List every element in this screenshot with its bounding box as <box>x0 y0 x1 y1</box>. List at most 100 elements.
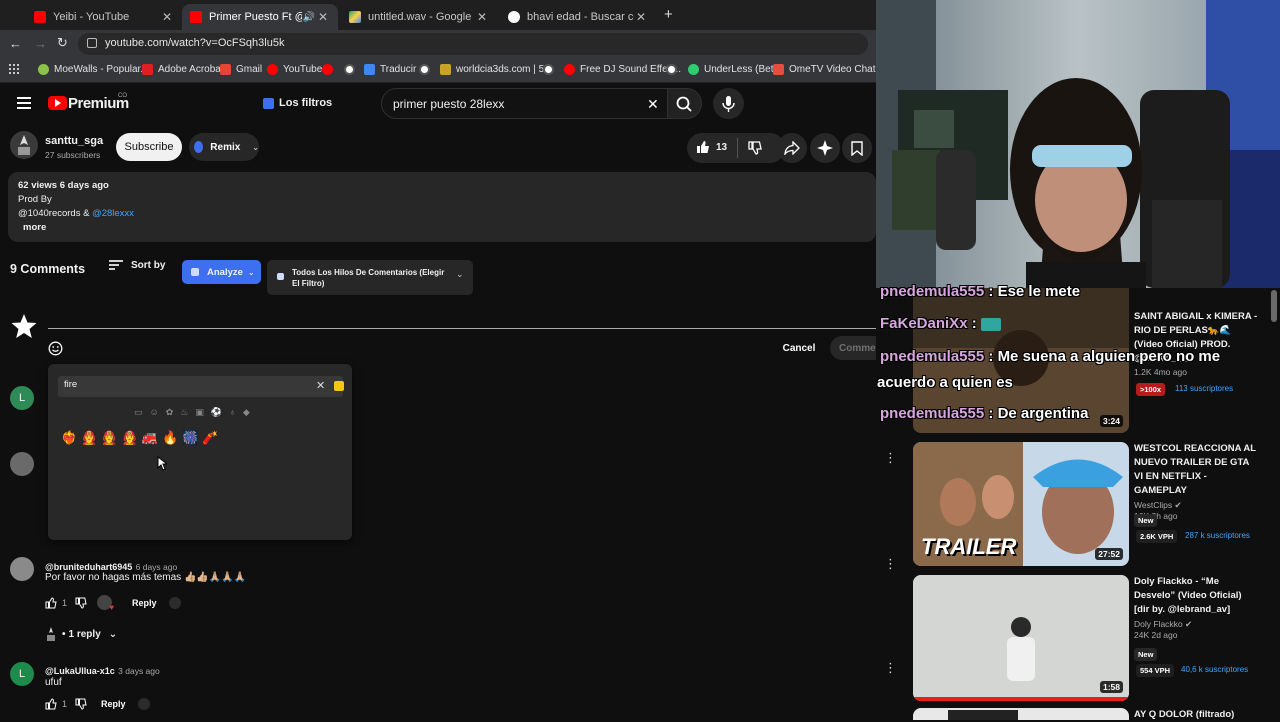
close-tab-icon[interactable]: ✕ <box>316 10 330 24</box>
channel-mention-link[interactable]: @28lexxx <box>92 208 134 219</box>
channel-avatar[interactable] <box>10 131 38 159</box>
search-input[interactable]: primer puesto 28lexx <box>381 88 668 119</box>
voice-search-button[interactable] <box>713 88 744 119</box>
comment-avatar[interactable]: L <box>10 386 34 410</box>
comment-avatar[interactable]: L <box>10 662 34 686</box>
bookmark-free-dj[interactable]: Free DJ Sound Effec... <box>564 64 681 75</box>
bookmark-ometv[interactable]: OmeTV Video Chat... <box>773 64 884 75</box>
tab-google-drive[interactable]: untitled.wav - Google Drive ✕ <box>341 4 497 30</box>
ask-ai-button[interactable] <box>810 133 840 163</box>
reply-button[interactable]: Reply <box>101 699 126 709</box>
search-button[interactable] <box>668 88 702 119</box>
emoji-option[interactable]: 👩‍🚒 <box>101 430 117 446</box>
video-thumbnail[interactable]: 1:58 <box>913 575 1129 701</box>
bookmark-globe[interactable] <box>344 64 360 75</box>
save-button[interactable] <box>842 133 872 163</box>
emoji-option[interactable]: 🧨 <box>202 430 218 446</box>
category-smileys-icon[interactable]: ☺ <box>150 407 159 418</box>
like-button[interactable]: 13 <box>696 140 727 154</box>
emoji-option[interactable]: 🧑‍🚒 <box>122 430 138 446</box>
emoji-option[interactable]: 🚒 <box>142 430 158 446</box>
menu-icon[interactable] <box>17 97 31 109</box>
comment-filter-dropdown[interactable]: Todos Los Hilos De Comentarios (Elegir E… <box>267 260 473 295</box>
comment-input[interactable] <box>48 328 876 329</box>
remix-button[interactable]: Remix ⌄ <box>189 133 259 161</box>
speaker-icon[interactable]: 🔊 <box>302 12 316 23</box>
like-comment-icon[interactable] <box>45 698 57 710</box>
new-tab-icon[interactable]: + <box>664 6 673 23</box>
bookmark-youtube[interactable]: YouTube <box>267 64 322 75</box>
dislike-comment-icon[interactable] <box>75 698 87 710</box>
video-info[interactable]: Doly Flackko - “Me Desvelo” (Video Ofici… <box>1134 575 1258 640</box>
emoji-option[interactable]: ❤‍🔥 <box>61 430 77 446</box>
bookmark-globe-2[interactable] <box>419 64 435 75</box>
video-thumbnail[interactable]: TRAILER 27:52 <box>913 442 1129 566</box>
video-info[interactable]: WESTCOL REACCIONA AL NUEVO TRAILER DE GT… <box>1134 442 1258 521</box>
comment-author[interactable]: @LukaUllua-x1c <box>45 666 115 676</box>
tab-primer-puesto[interactable]: Primer Puesto Ft @28lexx 🔊 ✕ <box>182 4 338 30</box>
reload-icon[interactable]: ↻ <box>57 35 68 51</box>
close-tab-icon[interactable]: ✕ <box>634 10 648 24</box>
comment-avatar[interactable] <box>10 452 34 476</box>
clear-search-icon[interactable]: ✕ <box>647 96 659 113</box>
bookmark-moewalls[interactable]: MoeWalls - Popular... <box>38 64 149 75</box>
category-food-icon[interactable]: ♨ <box>180 407 188 418</box>
more-options-icon[interactable]: ⋮ <box>884 660 897 676</box>
emoji-option[interactable]: 👨‍🚒 <box>81 430 97 446</box>
comment-time[interactable]: 3 days ago <box>118 666 160 676</box>
video-channel[interactable]: Doly Flackko <box>1134 619 1183 629</box>
category-nature-icon[interactable]: ✿ <box>166 407 174 418</box>
dislike-comment-icon[interactable] <box>75 597 87 609</box>
bookmark-gmail[interactable]: Gmail <box>220 64 262 75</box>
translate-comment-icon[interactable] <box>168 596 181 609</box>
category-activities-icon[interactable]: ⚽ <box>211 407 222 418</box>
skin-tone-icon[interactable] <box>334 381 344 391</box>
close-tab-icon[interactable]: ✕ <box>475 10 489 24</box>
bookmark-traducir[interactable]: Traducir <box>364 64 416 75</box>
reply-button[interactable]: Reply <box>132 598 157 608</box>
description-box[interactable] <box>8 172 876 242</box>
tab-google-search[interactable]: bhavi edad - Buscar con Googl ✕ <box>500 4 656 30</box>
site-info-icon[interactable] <box>87 38 97 48</box>
emoji-button[interactable] <box>48 341 63 356</box>
comment-author[interactable]: @bruniteduhart6945 <box>45 562 132 572</box>
forward-icon[interactable]: → <box>34 36 47 51</box>
apps-grid-icon[interactable] <box>9 64 19 74</box>
more-options-icon[interactable]: ⋮ <box>884 450 897 466</box>
close-tab-icon[interactable]: ✕ <box>160 10 174 24</box>
tab-yeibi[interactable]: Yeibi - YouTube ✕ <box>26 4 182 30</box>
bookmark-underless[interactable]: UnderLess (Beta) <box>688 64 782 75</box>
more-options-icon[interactable]: ⋮ <box>884 556 897 572</box>
cancel-button[interactable]: Cancel <box>773 336 825 360</box>
emoji-search-input[interactable]: fire ✕ <box>58 376 344 397</box>
channel-name[interactable]: santtu_sga <box>45 135 103 147</box>
category-youtube-icon[interactable]: ▭ <box>134 407 143 418</box>
comment-time[interactable]: 6 days ago <box>136 562 178 572</box>
comment-avatar[interactable] <box>10 557 34 581</box>
clear-emoji-search-icon[interactable]: ✕ <box>316 379 325 392</box>
sidebar-scrollbar[interactable] <box>1271 290 1277 322</box>
video-title[interactable]: WESTCOL REACCIONA AL NUEVO TRAILER DE GT… <box>1134 442 1258 498</box>
category-symbols-icon[interactable]: ◆ <box>243 407 250 418</box>
show-more-link[interactable]: more <box>23 222 46 233</box>
category-objects-icon[interactable]: ♁ <box>229 407 236 418</box>
youtube-logo-icon[interactable] <box>48 96 67 110</box>
video-title[interactable]: Doly Flackko - “Me Desvelo” (Video Ofici… <box>1134 575 1258 617</box>
subscribe-button[interactable]: Subscribe <box>116 133 182 161</box>
video-info[interactable]: SAINT ABIGAIL x KIMERA - RIO DE PERLAS🐆🌊… <box>1134 310 1258 377</box>
emoji-option[interactable]: 🎆 <box>182 430 198 446</box>
bookmark-adobe-acrobat[interactable]: Adobe Acrobat <box>142 64 224 75</box>
emoji-option[interactable]: 🔥 <box>162 430 178 446</box>
bookmark-worldcia[interactable]: worldcia3ds.com | 5... <box>440 64 553 75</box>
back-icon[interactable]: ← <box>9 36 22 51</box>
translate-comment-icon[interactable] <box>137 698 150 710</box>
url-field[interactable]: youtube.com/watch?v=OcFSqh3lu5k <box>78 33 868 55</box>
video-thumbnail[interactable] <box>913 708 1129 720</box>
sort-by-button[interactable]: Sort by <box>109 259 165 271</box>
los-filtros-button[interactable]: Los filtros <box>263 97 332 109</box>
video-channel[interactable]: WestClips <box>1134 500 1172 510</box>
comment-submit-button[interactable]: Comment <box>830 336 876 360</box>
bookmark-globe-4[interactable] <box>666 64 682 75</box>
category-travel-icon[interactable]: ▣ <box>195 407 204 418</box>
like-comment-icon[interactable] <box>45 596 57 609</box>
